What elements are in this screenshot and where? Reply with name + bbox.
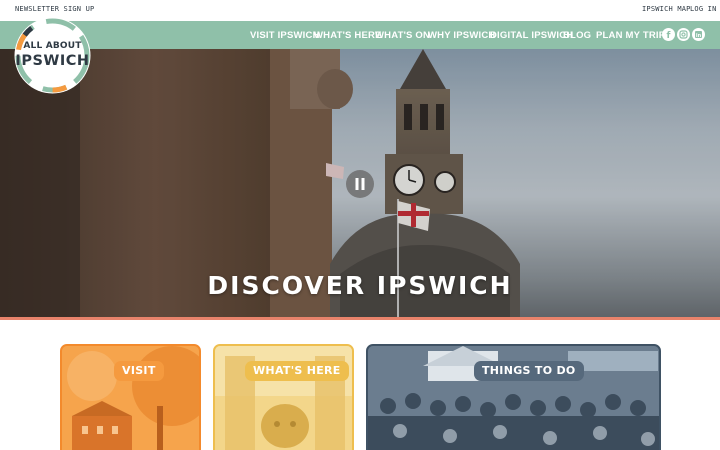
newsletter-signup-link[interactable]: NEWSLETTER SIGN UP xyxy=(15,5,94,13)
card-things-to-do-label: THINGS TO DO xyxy=(474,361,584,381)
hero-title: DISCOVER IPSWICH xyxy=(207,271,513,300)
login-link[interactable]: LOG IN xyxy=(690,5,717,13)
pause-button[interactable] xyxy=(346,170,374,198)
card-things-to-do[interactable]: THINGS TO DO xyxy=(366,344,661,450)
hero-banner: DISCOVER IPSWICH xyxy=(0,49,720,317)
utility-bar: NEWSLETTER SIGN UP IPSWICH MAP LOG IN xyxy=(0,0,720,21)
hero-divider xyxy=(0,317,720,320)
svg-text:f: f xyxy=(667,31,671,41)
main-nav: VISIT IPSWICH WHAT'S HERE WHAT'S ON WHY … xyxy=(0,21,720,49)
nav-item-whats-on[interactable]: WHAT'S ON xyxy=(375,30,430,41)
card-visit-label: VISIT xyxy=(114,361,164,381)
svg-text:in: in xyxy=(696,33,702,39)
card-visit[interactable]: VISIT xyxy=(60,344,201,450)
nav-item-why-ipswich[interactable]: WHY IPSWICH xyxy=(428,30,495,41)
nav-item-visit-ipswich[interactable]: VISIT IPSWICH xyxy=(250,30,320,41)
instagram-icon[interactable] xyxy=(677,28,690,41)
pause-icon xyxy=(355,178,365,190)
facebook-icon[interactable]: f xyxy=(662,28,675,41)
nav-item-digital-ipswich[interactable]: DIGITAL IPSWICH xyxy=(490,30,573,41)
card-whats-here[interactable]: WHAT'S HERE xyxy=(213,344,354,450)
nav-item-blog[interactable]: BLOG xyxy=(563,30,591,41)
linkedin-icon[interactable]: in xyxy=(692,28,705,41)
logo-line-2: IPSWICH xyxy=(15,53,90,69)
nav-item-whats-here[interactable]: WHAT'S HERE xyxy=(314,30,382,41)
ipswich-map-link[interactable]: IPSWICH MAP xyxy=(642,5,691,13)
nav-item-plan-my-trip[interactable]: PLAN MY TRIP xyxy=(596,30,665,41)
logo-line-1: ALL ABOUT xyxy=(23,41,82,51)
site-logo[interactable]: ALL ABOUT IPSWICH xyxy=(14,17,91,94)
card-whats-here-label: WHAT'S HERE xyxy=(245,361,349,381)
